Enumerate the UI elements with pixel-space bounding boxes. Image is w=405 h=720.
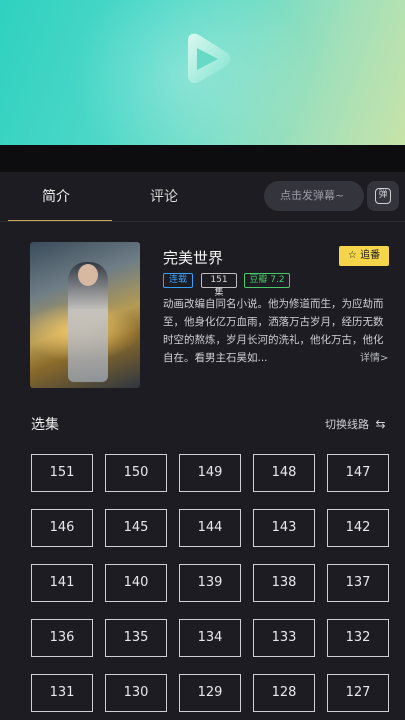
video-player[interactable] — [0, 0, 405, 145]
episode-button[interactable]: 142 — [327, 509, 389, 547]
show-description: 动画改编自同名小说。他为修道而生，为应劫而至，他身化亿万血雨，洒落万古岁月，经历… — [163, 298, 384, 364]
episode-button[interactable]: 141 — [31, 564, 93, 602]
episode-button[interactable]: 139 — [179, 564, 241, 602]
episode-button[interactable]: 132 — [327, 619, 389, 657]
episode-button[interactable]: 143 — [253, 509, 315, 547]
tab-comment[interactable]: 评论 — [112, 172, 216, 222]
episode-button[interactable]: 146 — [31, 509, 93, 547]
tab-intro[interactable]: 简介 — [0, 172, 112, 222]
episode-button[interactable]: 151 — [31, 454, 93, 492]
episode-button[interactable]: 137 — [327, 564, 389, 602]
show-poster[interactable] — [30, 242, 140, 388]
switch-line-button[interactable]: 切换线路 ⇆ — [325, 416, 386, 432]
switch-icon: ⇆ — [375, 417, 386, 431]
episode-button[interactable]: 149 — [179, 454, 241, 492]
divider — [0, 221, 405, 222]
danmu-toggle-button[interactable]: 弹 — [367, 181, 399, 211]
danmu-input[interactable]: 点击发弹幕~ — [264, 181, 364, 211]
play-logo-icon[interactable] — [180, 30, 236, 86]
episode-button[interactable]: 133 — [253, 619, 315, 657]
detail-link[interactable]: 详情> — [360, 349, 388, 364]
player-bottom-bar — [0, 145, 405, 172]
status-badge: 连载 — [163, 273, 193, 288]
episode-button[interactable]: 129 — [179, 674, 241, 712]
episode-button[interactable]: 136 — [31, 619, 93, 657]
episode-button[interactable]: 128 — [253, 674, 315, 712]
rating-badge: 豆瓣 7.2 — [244, 273, 290, 288]
episode-button[interactable]: 148 — [253, 454, 315, 492]
episode-button[interactable]: 145 — [105, 509, 167, 547]
poster-head — [78, 264, 98, 286]
episode-button[interactable]: 127 — [327, 674, 389, 712]
episode-button[interactable]: 140 — [105, 564, 167, 602]
episode-button[interactable]: 135 — [105, 619, 167, 657]
episode-button[interactable]: 150 — [105, 454, 167, 492]
episode-button[interactable]: 131 — [31, 674, 93, 712]
episode-button[interactable]: 134 — [179, 619, 241, 657]
episodes-header: 选集 — [31, 417, 59, 433]
follow-button[interactable]: ☆ 追番 — [339, 246, 389, 266]
episode-count-badge: 151集 — [201, 273, 237, 298]
episode-button[interactable]: 144 — [179, 509, 241, 547]
switch-line-label: 切换线路 — [325, 418, 369, 431]
danmu-icon: 弹 — [375, 188, 391, 204]
episode-button[interactable]: 130 — [105, 674, 167, 712]
show-title: 完美世界 — [163, 249, 224, 267]
episode-button[interactable]: 147 — [327, 454, 389, 492]
episode-button[interactable]: 138 — [253, 564, 315, 602]
